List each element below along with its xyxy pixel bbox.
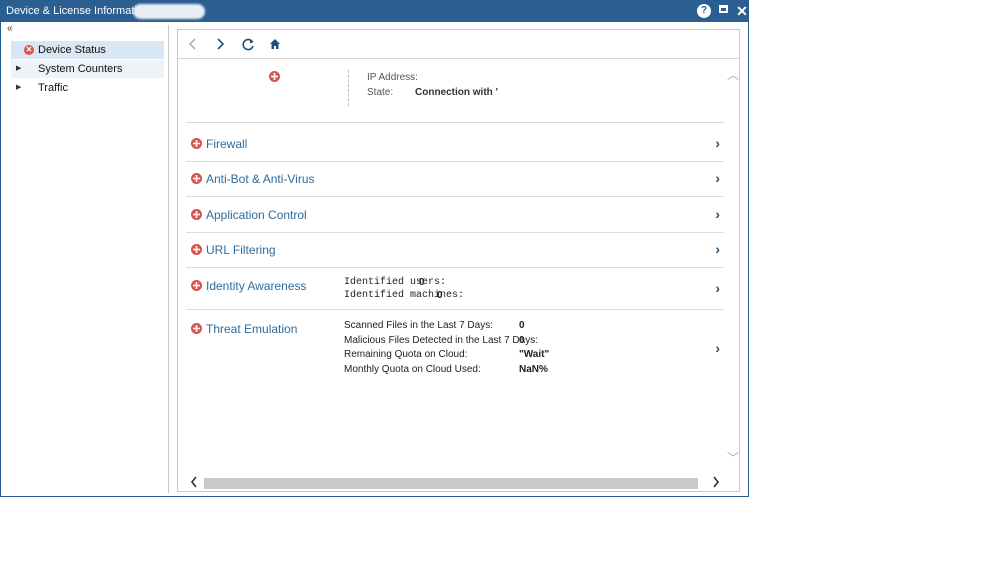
sidebar-item-label: Traffic [38, 82, 68, 94]
summary-divider [348, 70, 349, 106]
chevron-right-icon[interactable]: › [715, 340, 720, 356]
detail-label: Malicious Files Detected in the Last 7 D… [344, 335, 538, 346]
state-label: State: [367, 87, 394, 98]
detail-label: Monthly Quota on Cloud Used: [344, 364, 481, 375]
back-icon[interactable] [184, 35, 202, 53]
title-bar[interactable]: Device & License Information - ? ✕ [1, 1, 748, 22]
browser-toolbar [178, 30, 739, 59]
redacted-device-name [133, 4, 205, 19]
error-icon: ✕ [24, 45, 34, 55]
ip-address-label: IP Address: [367, 72, 418, 83]
forward-icon[interactable] [211, 35, 229, 53]
scroll-up-icon[interactable]: ︿ [727, 66, 739, 83]
detail-value: 0 [519, 335, 525, 346]
blade-row-identity-awareness[interactable]: Identity Awareness Identified users: 0 I… [186, 268, 724, 310]
chevron-right-icon[interactable]: › [715, 135, 720, 151]
device-summary: IP Address: State: Connection with ' [186, 64, 724, 123]
detail-value: "Wait" [519, 349, 550, 360]
collapse-sidebar-icon[interactable]: « [7, 23, 13, 34]
sidebar-item-traffic[interactable]: ▶ Traffic [11, 79, 164, 97]
caret-right-icon[interactable]: ▶ [16, 79, 21, 97]
detail-label: Identified machines: [344, 290, 465, 301]
detail-value: NaN% [519, 364, 548, 375]
detail-value: 0 [437, 290, 443, 301]
scroll-left-icon[interactable] [190, 476, 198, 491]
blade-row-threat-emulation[interactable]: Threat Emulation Scanned Files in the La… [186, 310, 724, 376]
blade-name[interactable]: Firewall [206, 137, 247, 151]
blade-error-icon [191, 323, 202, 337]
chevron-right-icon[interactable]: › [715, 206, 720, 222]
device-error-icon [269, 71, 280, 85]
blade-row-anti-bot[interactable]: Anti-Bot & Anti-Virus › [186, 162, 724, 197]
sidebar-nav: ✕ Device Status ▶ System Counters ▶ Traf… [11, 41, 164, 98]
detail-label: Remaining Quota on Cloud: [344, 349, 468, 360]
scrollbar-thumb[interactable] [204, 478, 698, 489]
blade-name[interactable]: Identity Awareness [206, 279, 307, 293]
caret-right-icon[interactable]: ▶ [16, 60, 21, 78]
home-icon[interactable] [266, 35, 284, 53]
maximize-icon[interactable] [718, 4, 732, 18]
detail-value: 0 [519, 320, 525, 331]
sidebar-item-device-status[interactable]: ✕ Device Status [11, 41, 164, 59]
chevron-right-icon[interactable]: › [715, 241, 720, 257]
device-license-window: Device & License Information - ? ✕ « ✕ D… [0, 0, 749, 497]
blade-name[interactable]: URL Filtering [206, 243, 276, 257]
blade-name[interactable]: Threat Emulation [206, 322, 297, 336]
state-value: Connection with ' [415, 87, 498, 98]
content-frame: IP Address: State: Connection with ' ︿ F… [177, 29, 740, 492]
blade-error-icon [191, 209, 202, 223]
blade-row-firewall[interactable]: Firewall › [186, 128, 724, 162]
chevron-right-icon[interactable]: › [715, 280, 720, 296]
close-icon[interactable]: ✕ [735, 4, 749, 18]
blade-row-url-filtering[interactable]: URL Filtering › [186, 233, 724, 268]
refresh-icon[interactable] [239, 35, 257, 53]
detail-value: 0 [419, 277, 425, 288]
sidebar-item-label: Device Status [38, 44, 106, 56]
sidebar-item-system-counters[interactable]: ▶ System Counters [11, 60, 164, 78]
detail-label: Scanned Files in the Last 7 Days: [344, 320, 493, 331]
sidebar-item-label: System Counters [38, 63, 123, 75]
blade-error-icon [191, 244, 202, 258]
blade-error-icon [191, 280, 202, 294]
blade-error-icon [191, 138, 202, 152]
question-icon[interactable]: ? [697, 4, 711, 18]
chevron-right-icon[interactable]: › [715, 170, 720, 186]
detail-label: Identified users: [344, 277, 447, 288]
pane-splitter[interactable] [168, 25, 169, 493]
scroll-right-icon[interactable] [712, 476, 720, 491]
blade-name[interactable]: Application Control [206, 208, 307, 222]
blade-error-icon [191, 173, 202, 187]
scroll-down-icon[interactable]: ﹀ [727, 449, 739, 466]
horizontal-scrollbar[interactable] [186, 476, 720, 491]
blade-row-application-control[interactable]: Application Control › [186, 197, 724, 233]
blade-name[interactable]: Anti-Bot & Anti-Virus [206, 172, 315, 186]
